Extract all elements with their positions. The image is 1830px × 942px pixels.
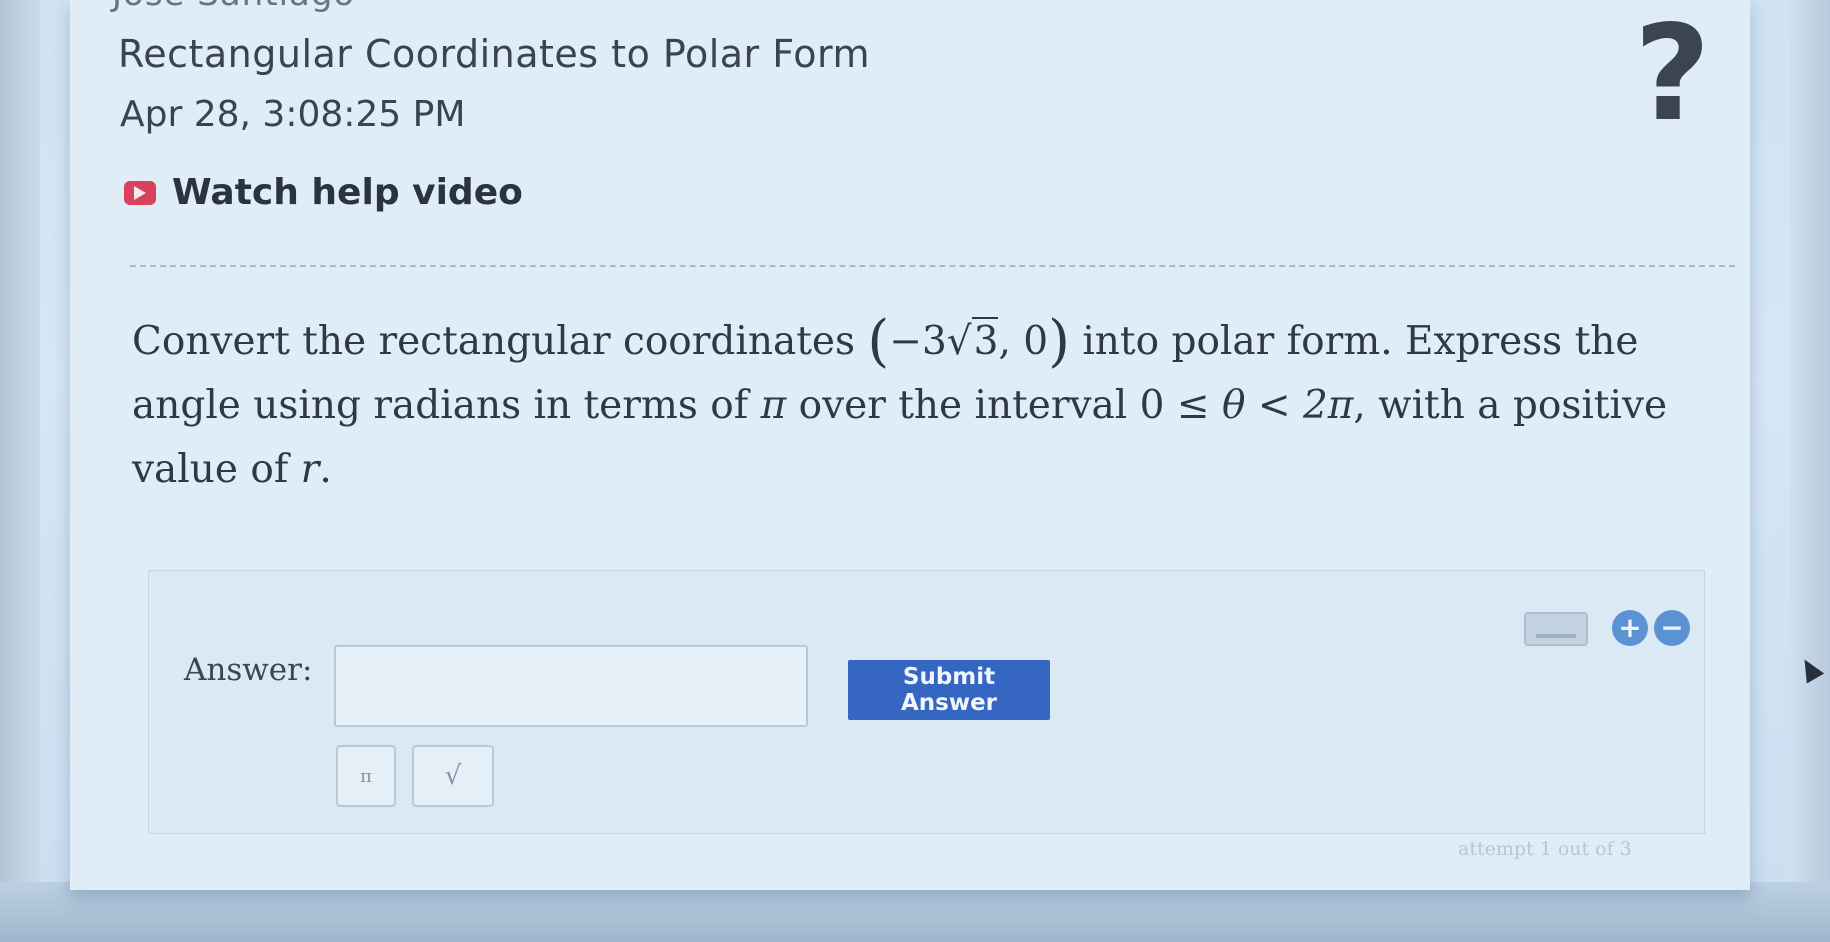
coord-separator: , xyxy=(998,319,1024,364)
insert-pi-button[interactable]: π xyxy=(336,745,396,807)
attempt-counter: attempt 1 out of 3 xyxy=(1458,838,1632,860)
question-prompt: Convert the rectangular coordinates (−3√… xyxy=(132,310,1732,502)
zoom-out-icon[interactable]: − xyxy=(1654,610,1690,646)
coord-x-radicand: 3 xyxy=(971,317,999,364)
user-name: Jose Santiago xyxy=(112,0,355,14)
coord-close-paren: ) xyxy=(1048,309,1070,374)
answer-label: Answer: xyxy=(184,652,313,688)
interval-lt: < xyxy=(1245,383,1303,428)
left-bezel xyxy=(0,0,40,942)
coord-open-paren: ( xyxy=(867,309,890,374)
help-link-label: Watch help video xyxy=(172,172,523,213)
prompt-text-interval: over the interval xyxy=(786,383,1140,428)
coord-x-coef: −3 xyxy=(889,319,947,364)
prompt-end-punct: . xyxy=(319,447,332,492)
insert-sqrt-button[interactable]: √ xyxy=(412,745,494,807)
page-title: Rectangular Coordinates to Polar Form xyxy=(118,32,870,76)
coord-y: 0 xyxy=(1023,319,1049,364)
keyboard-icon[interactable] xyxy=(1524,612,1588,646)
watch-help-video-link[interactable]: Watch help video xyxy=(124,172,523,213)
play-icon xyxy=(124,180,156,205)
prompt-text-before: Convert the rectangular coordinates xyxy=(132,319,868,364)
submit-answer-button[interactable]: Submit Answer xyxy=(848,660,1050,720)
theta-symbol: θ xyxy=(1221,383,1246,428)
answer-input[interactable] xyxy=(334,645,808,727)
question-mark-icon[interactable]: ? xyxy=(1634,8,1711,140)
zoom-in-icon[interactable]: + xyxy=(1612,610,1648,646)
screen: Jose Santiago Rectangular Coordinates to… xyxy=(0,0,1830,942)
pi-symbol: π xyxy=(760,383,787,428)
interval-lower: 0 xyxy=(1139,383,1165,428)
sqrt-sign: √ xyxy=(946,319,972,364)
interval-le: ≤ xyxy=(1164,383,1222,428)
right-bezel xyxy=(1790,0,1830,942)
interval-upper: 2π xyxy=(1302,383,1354,428)
bottom-bezel xyxy=(0,882,1830,942)
r-symbol: r xyxy=(300,447,320,492)
divider xyxy=(130,265,1735,267)
timestamp: Apr 28, 3:08:25 PM xyxy=(120,94,466,135)
